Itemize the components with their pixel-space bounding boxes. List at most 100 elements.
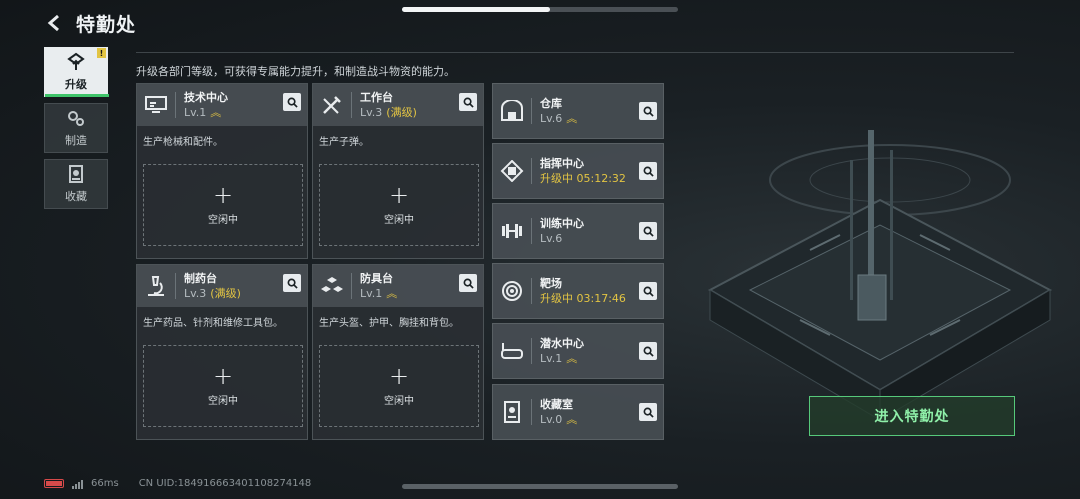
search-icon (643, 226, 654, 237)
nav-label: 收藏 (65, 190, 87, 203)
facility-level: Lv.0 (540, 412, 563, 426)
facility-card-training-center[interactable]: 训练中心 Lv.6 (492, 203, 664, 259)
warehouse-icon (501, 100, 523, 121)
collection-case-icon (69, 165, 83, 183)
facility-name: 训练中心 (540, 216, 584, 230)
upgrade-chevron-icon: ︽ (566, 351, 578, 365)
nav-label: 制造 (65, 134, 87, 147)
search-button[interactable] (639, 102, 657, 120)
upgrade-icon (67, 52, 85, 70)
facility-name: 工作台 (360, 90, 393, 104)
upgrade-chevron-icon: ︽ (386, 286, 398, 300)
slot-status: 空闲中 (208, 214, 238, 226)
facility-level: Lv.1 (540, 351, 563, 365)
production-slot[interactable]: + 空闲中 (143, 164, 303, 246)
facility-card-pharmacy[interactable]: 制药台 Lv.3 (满级) 生产药品、针剂和维修工具包。 + 空闲中 (136, 264, 308, 440)
enter-base-button[interactable]: 进入特勤处 (809, 396, 1015, 436)
page-title: 特勤处 (76, 13, 137, 36)
slot-status: 空闲中 (384, 214, 414, 226)
slot-status: 空闲中 (384, 395, 414, 407)
upgrade-chevron-icon: ︽ (566, 111, 578, 125)
search-icon (287, 97, 298, 108)
max-level-label: (满级) (386, 105, 417, 119)
facility-card-workbench[interactable]: 工作台 Lv.3 (满级) 生产子弹。 + 空闲中 (312, 83, 484, 259)
facility-level: Lv.1 (184, 105, 207, 119)
search-icon (463, 278, 474, 289)
upgrade-timer: 升级中 05:12:32 (540, 171, 626, 185)
facility-name: 制药台 (184, 271, 217, 285)
facility-name: 指挥中心 (540, 156, 584, 170)
production-slot[interactable]: + 空闲中 (319, 164, 479, 246)
slot-status: 空闲中 (208, 395, 238, 407)
search-icon (287, 278, 298, 289)
plus-icon: + (388, 180, 410, 209)
diving-mask-icon (501, 343, 523, 359)
facility-level: Lv.1 (360, 286, 383, 300)
search-button[interactable] (639, 162, 657, 180)
facility-card-armor-bench[interactable]: 防具台 Lv.1 ︽ 生产头盔、护甲、胸挂和背包。 + 空闲中 (312, 264, 484, 440)
facility-card-diving-center[interactable]: 潜水中心 Lv.1 ︽ (492, 323, 664, 379)
header: 特勤处 (44, 10, 136, 36)
facility-description: 生产头盔、护甲、胸挂和背包。 (319, 318, 459, 329)
production-slot[interactable]: + 空闲中 (319, 345, 479, 427)
microscope-icon (148, 276, 164, 296)
search-button[interactable] (283, 274, 301, 292)
search-button[interactable] (459, 274, 477, 292)
facility-name: 技术中心 (184, 90, 228, 104)
search-icon (643, 407, 654, 418)
nav-item-collection[interactable]: 收藏 (44, 159, 108, 209)
facility-level: Lv.3 (184, 286, 207, 300)
bottom-handle-bar (402, 484, 678, 489)
search-button[interactable] (639, 282, 657, 300)
back-button[interactable] (44, 13, 64, 33)
facility-description: 生产枪械和配件。 (143, 137, 223, 148)
search-icon (643, 166, 654, 177)
card-header: 制药台 Lv.3 (满级) (137, 265, 307, 307)
side-nav: ! 升级 制造 收藏 (44, 47, 109, 215)
signal-icon (72, 479, 83, 489)
alert-badge: ! (97, 48, 106, 58)
facility-name: 防具台 (360, 271, 393, 285)
facility-name: 仓库 (540, 96, 562, 110)
max-level-label: (满级) (210, 286, 241, 300)
facility-name: 靶场 (540, 276, 562, 290)
page-description: 升级各部门等级，可获得专属能力提升，和制造战斗物资的能力。 (136, 65, 455, 78)
search-button[interactable] (283, 93, 301, 111)
nav-item-upgrade[interactable]: ! 升级 (44, 47, 109, 97)
card-header: 技术中心 Lv.1 ︽ (137, 84, 307, 126)
search-button[interactable] (639, 222, 657, 240)
card-header: 防具台 Lv.1 ︽ (313, 265, 483, 307)
dumbbell-icon (502, 224, 522, 238)
top-page-indicator (402, 7, 678, 12)
cubes-icon (321, 277, 343, 292)
search-button[interactable] (639, 342, 657, 360)
facility-card-collection-room[interactable]: 收藏室 Lv.0 ︽ (492, 384, 664, 440)
upgrade-timer: 升级中 03:17:46 (540, 291, 626, 305)
target-icon (502, 281, 522, 301)
facility-card-warehouse[interactable]: 仓库 Lv.6 ︽ (492, 83, 664, 139)
plus-icon: + (212, 361, 234, 390)
search-button[interactable] (459, 93, 477, 111)
search-button[interactable] (639, 403, 657, 421)
nav-label: 升级 (65, 78, 87, 91)
facility-level: Lv.3 (360, 105, 383, 119)
facility-card-tech-center[interactable]: 技术中心 Lv.1 ︽ 生产枪械和配件。 + 空闲中 (136, 83, 308, 259)
nav-item-craft[interactable]: 制造 (44, 103, 108, 153)
tools-icon (323, 96, 341, 114)
search-icon (643, 106, 654, 117)
base-scene-illustration (707, 130, 1053, 421)
battery-icon (44, 479, 64, 488)
monitor-icon (145, 96, 167, 113)
gears-icon (68, 111, 84, 126)
facility-card-shooting-range[interactable]: 靶场 升级中 03:17:46 (492, 263, 664, 319)
search-icon (463, 97, 474, 108)
production-slot[interactable]: + 空闲中 (143, 345, 303, 427)
upgrade-chevron-icon: ︽ (566, 412, 578, 426)
search-icon (643, 346, 654, 357)
plus-icon: + (388, 361, 410, 390)
card-header: 工作台 Lv.3 (满级) (313, 84, 483, 126)
facility-card-command-center[interactable]: 指挥中心 升级中 05:12:32 (492, 143, 664, 199)
command-center-icon (500, 160, 524, 182)
user-uid: CN UID:184916663401108274148 (138, 478, 312, 489)
facility-name: 收藏室 (540, 397, 573, 411)
